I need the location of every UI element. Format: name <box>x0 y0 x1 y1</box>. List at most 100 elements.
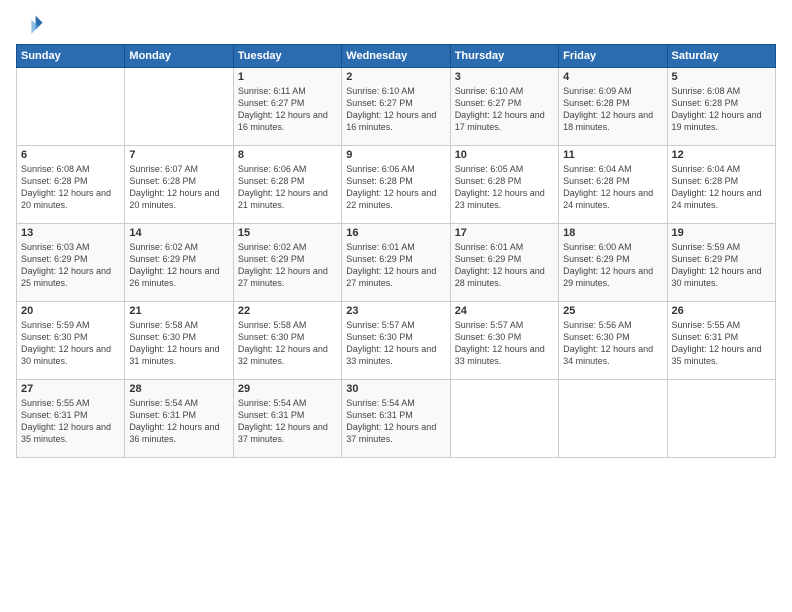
day-cell <box>450 380 558 458</box>
day-cell <box>17 68 125 146</box>
day-info: Sunrise: 6:06 AMSunset: 6:28 PMDaylight:… <box>238 163 337 212</box>
day-cell: 18 Sunrise: 6:00 AMSunset: 6:29 PMDayligh… <box>559 224 667 302</box>
day-number: 25 <box>563 305 662 317</box>
day-cell: 24Sunrise: 5:57 AMSunset: 6:30 PMDayligh… <box>450 302 558 380</box>
day-info: Sunrise: 6:03 AMSunset: 6:29 PMDaylight:… <box>21 241 120 290</box>
day-number: 11 <box>563 149 662 161</box>
day-number: 28 <box>129 383 228 395</box>
day-cell: 22 Sunrise: 5:58 AMSunset: 6:30 PMDayligh… <box>233 302 341 380</box>
day-number: 16 <box>346 227 445 239</box>
day-number: 14 <box>129 227 228 239</box>
day-number: 30 <box>346 383 445 395</box>
day-number: 29 <box>238 383 337 395</box>
day-header-sunday: Sunday <box>17 45 125 68</box>
day-header-thursday: Thursday <box>450 45 558 68</box>
day-number: 26 <box>672 305 771 317</box>
day-info: Sunrise: 6:08 AMSunset: 6:28 PMDaylight:… <box>21 163 120 212</box>
day-number: 7 <box>129 149 228 161</box>
day-info: Sunrise: 5:54 AMSunset: 6:31 PMDaylight:… <box>238 397 337 446</box>
day-cell: 7 Sunrise: 6:07 AMSunset: 6:28 PMDaylight… <box>125 146 233 224</box>
logo-icon <box>16 10 44 38</box>
day-number: 23 <box>346 305 445 317</box>
day-info: Sunrise: 6:09 AMSunset: 6:28 PMDaylight:… <box>563 85 662 134</box>
day-cell: 23 Sunrise: 5:57 AMSunset: 6:30 PMDayligh… <box>342 302 450 380</box>
day-info: Sunrise: 6:01 AMSunset: 6:29 PMDaylight:… <box>346 241 445 290</box>
day-info: Sunrise: 5:57 AMSunset: 6:30 PMDaylight:… <box>346 319 445 368</box>
day-cell <box>125 68 233 146</box>
day-header-saturday: Saturday <box>667 45 775 68</box>
day-number: 4 <box>563 71 662 83</box>
day-info: Sunrise: 6:01 AMSunset: 6:29 PMDaylight:… <box>455 241 554 290</box>
day-header-wednesday: Wednesday <box>342 45 450 68</box>
day-number: 27 <box>21 383 120 395</box>
logo <box>16 10 48 38</box>
week-row-1: 6 Sunrise: 6:08 AMSunset: 6:28 PMDaylight… <box>17 146 776 224</box>
week-row-3: 20Sunrise: 5:59 AMSunset: 6:30 PMDayligh… <box>17 302 776 380</box>
day-number: 19 <box>672 227 771 239</box>
day-info: Sunrise: 6:06 AMSunset: 6:28 PMDaylight:… <box>346 163 445 212</box>
day-info: Sunrise: 5:55 AMSunset: 6:31 PMDaylight:… <box>21 397 120 446</box>
day-cell: 20Sunrise: 5:59 AMSunset: 6:30 PMDayligh… <box>17 302 125 380</box>
day-info: Sunrise: 5:59 AMSunset: 6:29 PMDaylight:… <box>672 241 771 290</box>
day-info: Sunrise: 6:02 AMSunset: 6:29 PMDaylight:… <box>129 241 228 290</box>
day-cell: 27 Sunrise: 5:55 AMSunset: 6:31 PMDayligh… <box>17 380 125 458</box>
day-cell: 17 Sunrise: 6:01 AMSunset: 6:29 PMDayligh… <box>450 224 558 302</box>
day-header-friday: Friday <box>559 45 667 68</box>
day-number: 12 <box>672 149 771 161</box>
day-cell: 5 Sunrise: 6:08 AMSunset: 6:28 PMDaylight… <box>667 68 775 146</box>
day-info: Sunrise: 6:00 AMSunset: 6:29 PMDaylight:… <box>563 241 662 290</box>
day-number: 17 <box>455 227 554 239</box>
day-header-monday: Monday <box>125 45 233 68</box>
day-cell: 6 Sunrise: 6:08 AMSunset: 6:28 PMDaylight… <box>17 146 125 224</box>
day-cell: 3Sunrise: 6:10 AMSunset: 6:27 PMDaylight… <box>450 68 558 146</box>
day-number: 1 <box>238 71 337 83</box>
day-info: Sunrise: 6:10 AMSunset: 6:27 PMDaylight:… <box>346 85 445 134</box>
day-info: Sunrise: 6:02 AMSunset: 6:29 PMDaylight:… <box>238 241 337 290</box>
day-header-tuesday: Tuesday <box>233 45 341 68</box>
day-cell: 21Sunrise: 5:58 AMSunset: 6:30 PMDayligh… <box>125 302 233 380</box>
day-info: Sunrise: 6:07 AMSunset: 6:28 PMDaylight:… <box>129 163 228 212</box>
day-cell: 14 Sunrise: 6:02 AMSunset: 6:29 PMDayligh… <box>125 224 233 302</box>
day-cell: 4 Sunrise: 6:09 AMSunset: 6:28 PMDaylight… <box>559 68 667 146</box>
header-row: SundayMondayTuesdayWednesdayThursdayFrid… <box>17 45 776 68</box>
day-number: 6 <box>21 149 120 161</box>
day-number: 2 <box>346 71 445 83</box>
day-cell: 11Sunrise: 6:04 AMSunset: 6:28 PMDayligh… <box>559 146 667 224</box>
day-info: Sunrise: 5:54 AMSunset: 6:31 PMDaylight:… <box>129 397 228 446</box>
day-cell: 13Sunrise: 6:03 AMSunset: 6:29 PMDayligh… <box>17 224 125 302</box>
day-cell: 12 Sunrise: 6:04 AMSunset: 6:28 PMDayligh… <box>667 146 775 224</box>
day-info: Sunrise: 5:58 AMSunset: 6:30 PMDaylight:… <box>238 319 337 368</box>
calendar-table: SundayMondayTuesdayWednesdayThursdayFrid… <box>16 44 776 458</box>
day-cell: 9 Sunrise: 6:06 AMSunset: 6:28 PMDaylight… <box>342 146 450 224</box>
day-info: Sunrise: 5:59 AMSunset: 6:30 PMDaylight:… <box>21 319 120 368</box>
day-info: Sunrise: 5:56 AMSunset: 6:30 PMDaylight:… <box>563 319 662 368</box>
day-cell: 26 Sunrise: 5:55 AMSunset: 6:31 PMDayligh… <box>667 302 775 380</box>
day-cell: 19 Sunrise: 5:59 AMSunset: 6:29 PMDayligh… <box>667 224 775 302</box>
day-cell: 28 Sunrise: 5:54 AMSunset: 6:31 PMDayligh… <box>125 380 233 458</box>
day-number: 9 <box>346 149 445 161</box>
day-info: Sunrise: 6:11 AMSunset: 6:27 PMDaylight:… <box>238 85 337 134</box>
day-number: 22 <box>238 305 337 317</box>
day-cell: 29 Sunrise: 5:54 AMSunset: 6:31 PMDayligh… <box>233 380 341 458</box>
day-cell: 30 Sunrise: 5:54 AMSunset: 6:31 PMDayligh… <box>342 380 450 458</box>
day-cell: 25 Sunrise: 5:56 AMSunset: 6:30 PMDayligh… <box>559 302 667 380</box>
day-number: 10 <box>455 149 554 161</box>
day-number: 5 <box>672 71 771 83</box>
day-cell <box>559 380 667 458</box>
day-info: Sunrise: 5:54 AMSunset: 6:31 PMDaylight:… <box>346 397 445 446</box>
day-cell: 8 Sunrise: 6:06 AMSunset: 6:28 PMDaylight… <box>233 146 341 224</box>
day-info: Sunrise: 6:10 AMSunset: 6:27 PMDaylight:… <box>455 85 554 134</box>
day-number: 24 <box>455 305 554 317</box>
day-number: 8 <box>238 149 337 161</box>
day-number: 18 <box>563 227 662 239</box>
day-cell: 2 Sunrise: 6:10 AMSunset: 6:27 PMDaylight… <box>342 68 450 146</box>
day-info: Sunrise: 6:08 AMSunset: 6:28 PMDaylight:… <box>672 85 771 134</box>
day-info: Sunrise: 6:04 AMSunset: 6:28 PMDaylight:… <box>672 163 771 212</box>
week-row-2: 13Sunrise: 6:03 AMSunset: 6:29 PMDayligh… <box>17 224 776 302</box>
day-number: 21 <box>129 305 228 317</box>
header <box>16 10 776 38</box>
week-row-0: 1 Sunrise: 6:11 AMSunset: 6:27 PMDaylight… <box>17 68 776 146</box>
day-info: Sunrise: 5:55 AMSunset: 6:31 PMDaylight:… <box>672 319 771 368</box>
day-cell: 16 Sunrise: 6:01 AMSunset: 6:29 PMDayligh… <box>342 224 450 302</box>
day-cell: 15Sunrise: 6:02 AMSunset: 6:29 PMDayligh… <box>233 224 341 302</box>
